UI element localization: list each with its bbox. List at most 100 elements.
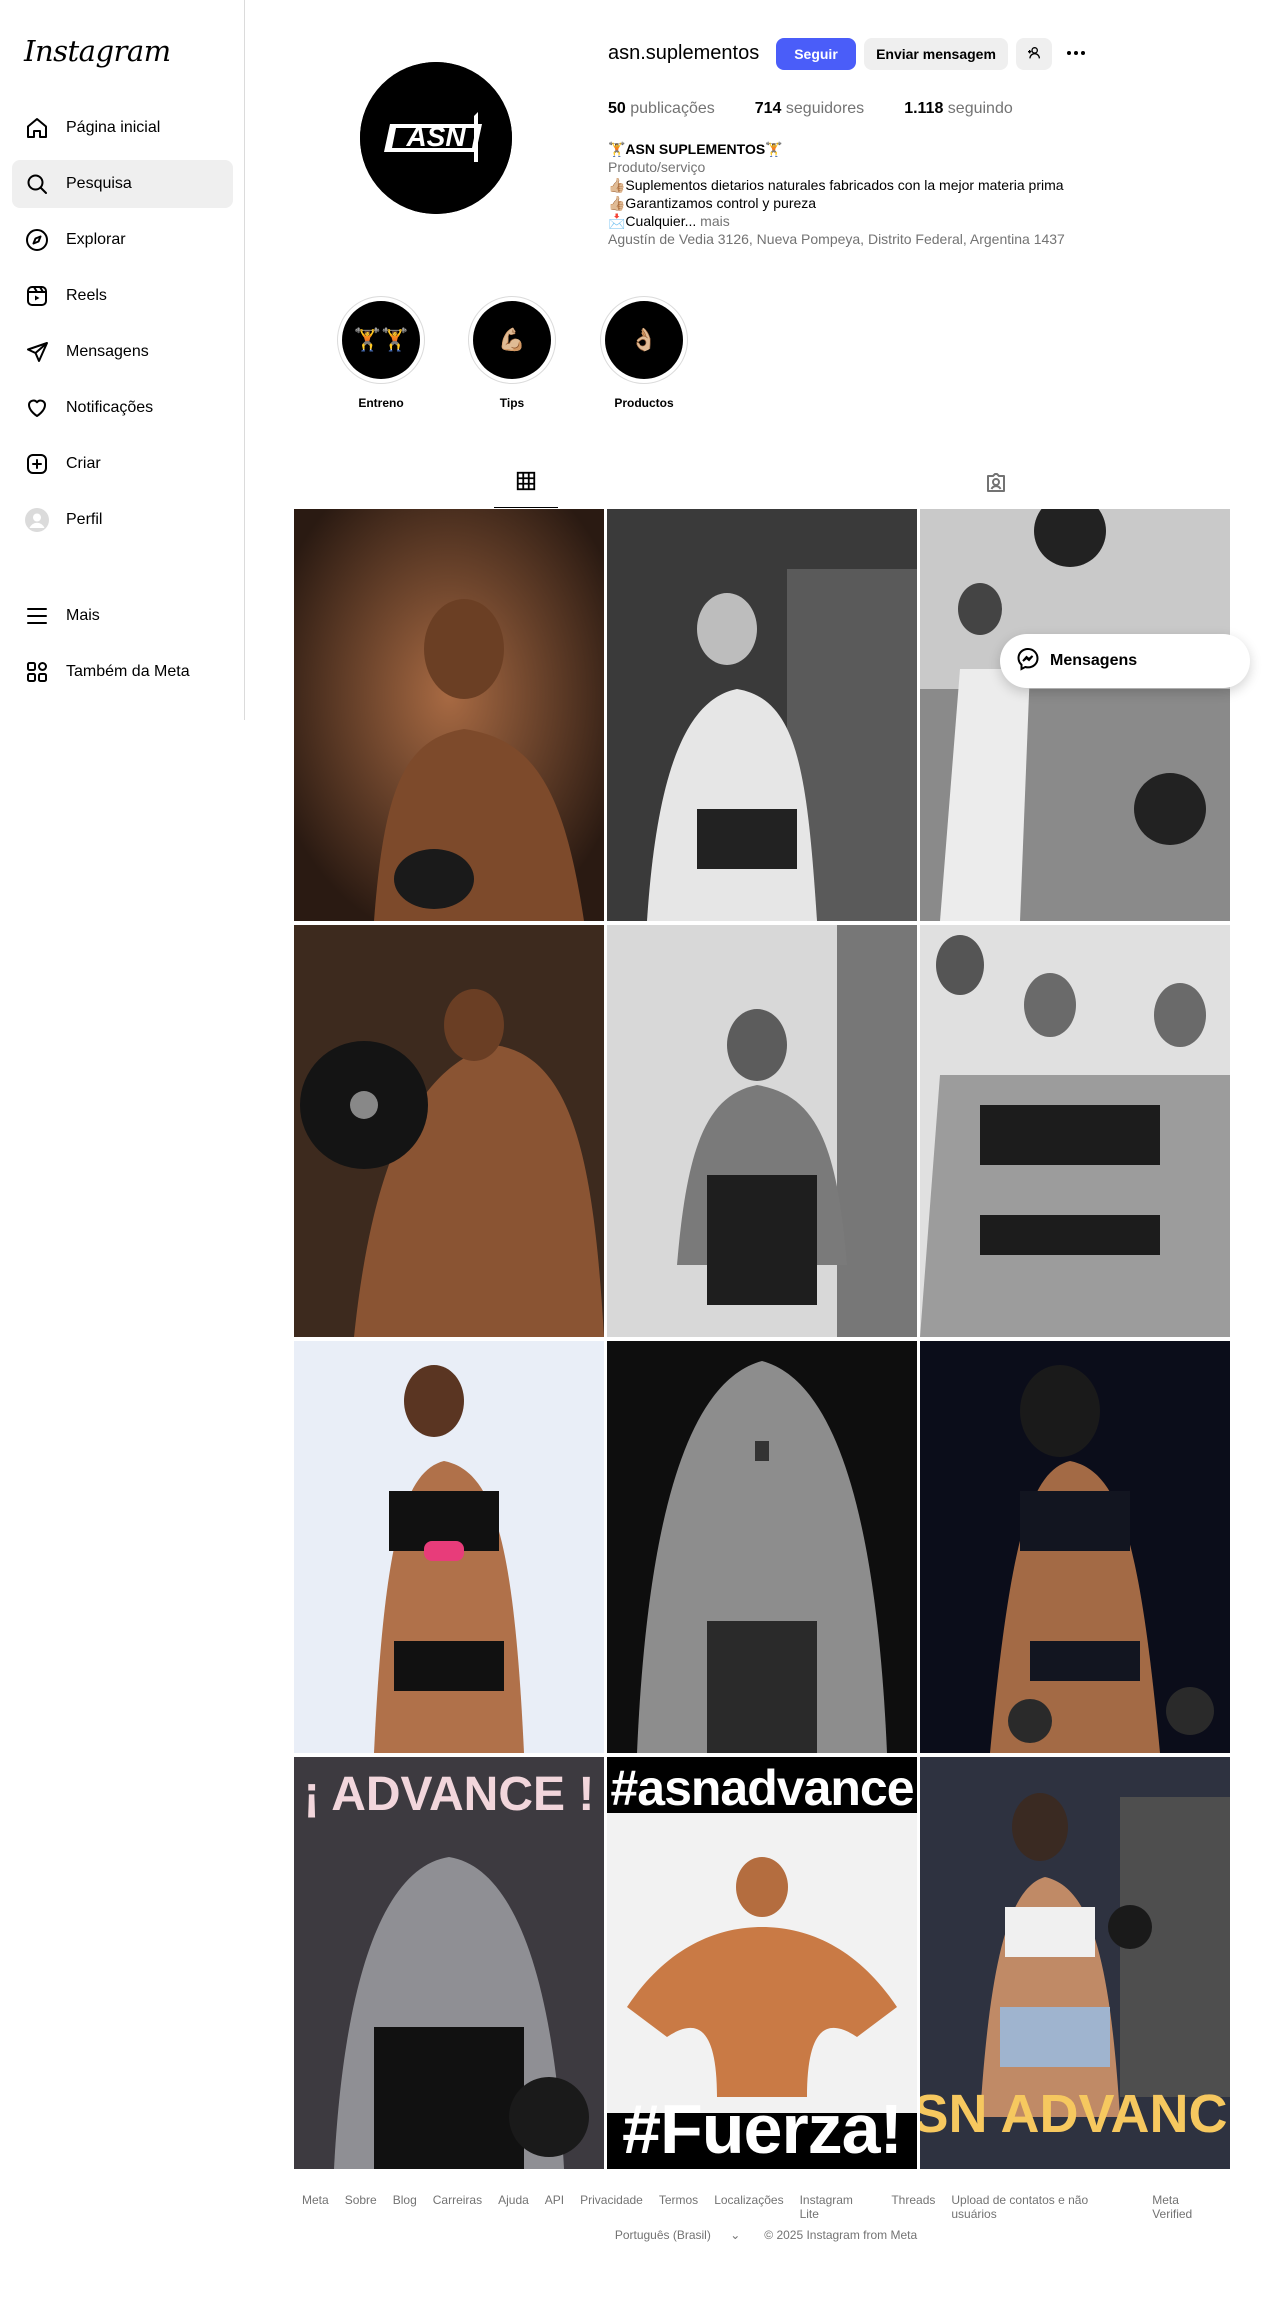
highlight-entreno[interactable]: 🏋️🏋️ Entreno <box>337 296 425 410</box>
menu-icon <box>24 603 50 629</box>
sidebar-item-label: Também da Meta <box>66 663 190 680</box>
post-image <box>920 1341 1230 1753</box>
post-overlay-text-top: #asnadvance <box>610 1760 914 1816</box>
post-image <box>294 509 604 921</box>
sidebar-item-label: Criar <box>66 455 101 472</box>
sidebar-item-label: Mensagens <box>66 343 149 360</box>
post-tile[interactable] <box>294 1341 604 1753</box>
footer-links: Meta Sobre Blog Carreiras Ajuda API Priv… <box>294 2193 1230 2221</box>
footer-link[interactable]: Threads <box>891 2193 935 2221</box>
avatar-icon <box>24 507 50 533</box>
highlight-label: Productos <box>614 396 674 410</box>
follow-button[interactable]: Seguir <box>776 38 856 70</box>
footer-link[interactable]: Upload de contatos e não usuários <box>951 2193 1136 2221</box>
footer-link[interactable]: Instagram Lite <box>800 2193 876 2221</box>
post-tile[interactable] <box>294 509 604 921</box>
post-image <box>920 925 1230 1337</box>
profile-stats: 50 publicações 714 seguidores 1.118 segu… <box>608 100 1053 118</box>
profile-bio: 🏋️ASN SUPLEMENTOS🏋️ Produto/serviço 👍🏼Su… <box>608 140 1065 248</box>
post-image <box>294 925 604 1337</box>
post-tile[interactable] <box>294 925 604 1337</box>
more-options-button[interactable] <box>1058 38 1094 70</box>
post-tile[interactable] <box>607 925 917 1337</box>
sidebar-item-label: Perfil <box>66 511 103 528</box>
highlight-label: Entreno <box>358 396 404 410</box>
footer-link[interactable]: Meta Verified <box>1152 2193 1222 2221</box>
more-dots-icon <box>1064 41 1088 68</box>
footer-link[interactable]: Localizações <box>714 2193 783 2221</box>
post-tile[interactable] <box>607 509 917 921</box>
sidebar-item-meta[interactable]: Também da Meta <box>12 648 233 696</box>
highlight-cover: 💪🏼 <box>473 301 551 379</box>
bio-line-truncated: 📩Cualquier... mais <box>608 213 730 229</box>
footer-link[interactable]: Carreiras <box>433 2193 482 2221</box>
tab-tagged[interactable] <box>964 460 1028 508</box>
post-tile[interactable]: ¡ ADVANCE ! <box>294 1757 604 2169</box>
post-tile[interactable]: SN ADVANC <box>920 1757 1230 2169</box>
profile-category: Produto/serviço <box>608 159 706 175</box>
sidebar-item-create[interactable]: Criar <box>12 440 233 488</box>
post-overlay-text: ¡ ADVANCE ! <box>303 1768 595 1821</box>
highlight-cover: 👌🏼 <box>605 301 683 379</box>
post-image <box>294 1341 604 1753</box>
footer-link[interactable]: Meta <box>302 2193 329 2221</box>
profile-username: asn.suplementos <box>608 42 760 64</box>
sidebar-item-search[interactable]: Pesquisa <box>12 160 233 208</box>
tab-posts[interactable] <box>494 460 558 508</box>
sidebar-item-label: Página inicial <box>66 119 161 136</box>
footer-link[interactable]: Privacidade <box>580 2193 643 2221</box>
sidebar: Instagram Página inicial Pesquisa Explor… <box>0 0 245 720</box>
sidebar-item-more[interactable]: Mais <box>12 592 233 640</box>
bio-line: 👍🏼Suplementos dietarios naturales fabric… <box>608 177 1064 193</box>
footer-link[interactable]: Blog <box>393 2193 417 2221</box>
footer-link[interactable]: API <box>545 2193 564 2221</box>
post-tile[interactable] <box>920 925 1230 1337</box>
sidebar-item-explore[interactable]: Explorar <box>12 216 233 264</box>
post-tile[interactable] <box>607 1341 917 1753</box>
copyright: © 2025 Instagram from Meta <box>764 2228 918 2242</box>
sidebar-item-messages[interactable]: Mensagens <box>12 328 233 376</box>
send-icon <box>24 339 50 365</box>
send-message-button[interactable]: Enviar mensagem <box>864 38 1008 70</box>
instagram-logo[interactable]: Instagram <box>24 34 171 68</box>
sidebar-item-notifications[interactable]: Notificações <box>12 384 233 432</box>
post-image <box>607 509 917 921</box>
highlight-productos[interactable]: 👌🏼 Productos <box>600 296 688 410</box>
sidebar-item-profile[interactable]: Perfil <box>12 496 233 544</box>
sidebar-item-reels[interactable]: Reels <box>12 272 233 320</box>
sidebar-item-label: Explorar <box>66 231 126 248</box>
floating-messages-label: Mensagens <box>1050 652 1138 669</box>
sidebar-item-label: Notificações <box>66 399 154 416</box>
footer-link[interactable]: Ajuda <box>498 2193 529 2221</box>
grid-icon <box>515 470 537 497</box>
post-overlay-text: SN ADVANC <box>920 2084 1228 2144</box>
meta-apps-icon <box>24 659 50 685</box>
profile-avatar[interactable]: ASN <box>360 62 512 214</box>
profile-full-name: 🏋️ASN SUPLEMENTOS🏋️ <box>608 141 783 157</box>
chevron-down-icon: ⌄ <box>730 2228 741 2242</box>
suggest-user-button[interactable] <box>1016 38 1052 70</box>
sidebar-item-home[interactable]: Página inicial <box>12 104 233 152</box>
post-image <box>607 1341 917 1753</box>
messenger-icon <box>1016 647 1040 676</box>
highlight-cover: 🏋️🏋️ <box>342 301 420 379</box>
bio-more-link[interactable]: mais <box>696 213 730 229</box>
post-tile[interactable]: #asnadvance #Fuerza! <box>607 1757 917 2169</box>
profile-address[interactable]: Agustín de Vedia 3126, Nueva Pompeya, Di… <box>608 230 1065 248</box>
compass-icon <box>24 227 50 253</box>
add-user-icon <box>1026 45 1042 64</box>
footer-link[interactable]: Sobre <box>345 2193 377 2221</box>
post-tile[interactable] <box>920 509 1230 921</box>
followers-count[interactable]: 714 seguidores <box>755 100 864 118</box>
language-selector[interactable]: Português (Brasil) ⌄ <box>607 2228 748 2242</box>
reels-icon <box>24 283 50 309</box>
floating-messages-button[interactable]: Mensagens <box>1000 634 1250 688</box>
tagged-icon <box>984 470 1008 499</box>
search-icon <box>24 171 50 197</box>
post-tile[interactable] <box>920 1341 1230 1753</box>
post-overlay-text-bottom: #Fuerza! <box>622 2090 903 2168</box>
highlight-tips[interactable]: 💪🏼 Tips <box>468 296 556 410</box>
footer-link[interactable]: Termos <box>659 2193 698 2221</box>
avatar-logo-text: ASN <box>405 121 466 152</box>
following-count[interactable]: 1.118 seguindo <box>904 100 1013 118</box>
